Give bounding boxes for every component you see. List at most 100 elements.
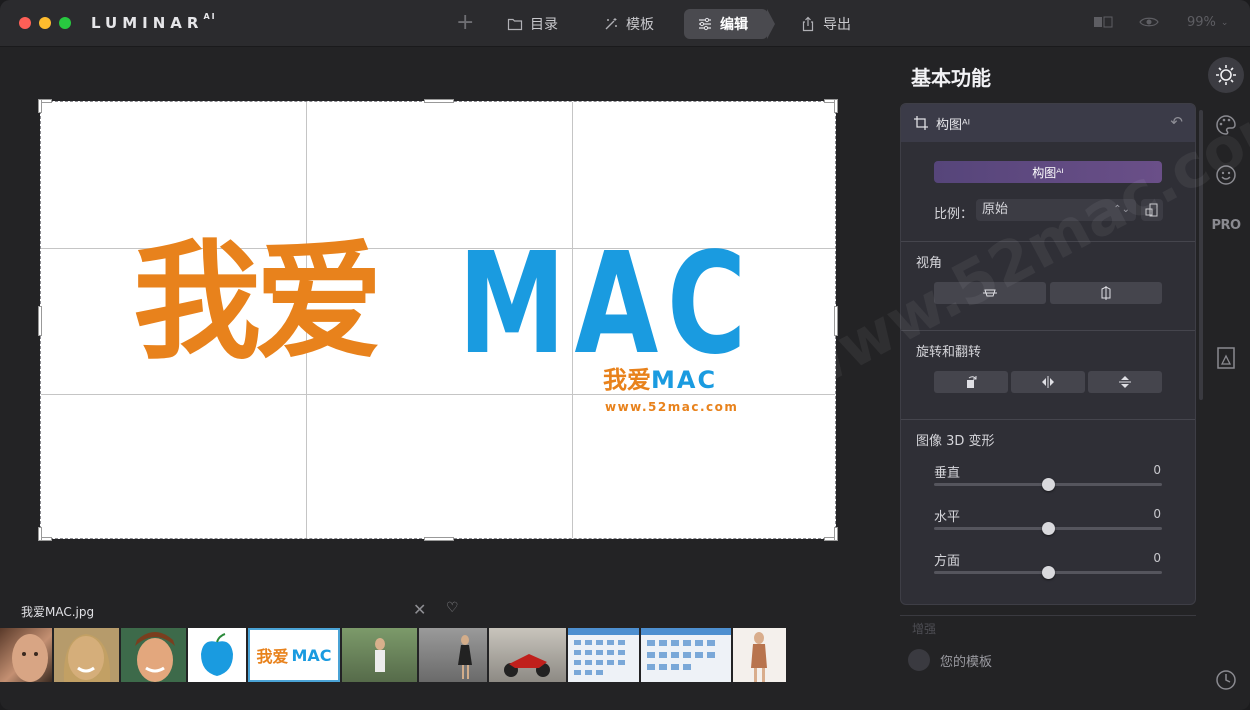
crop-handle-top[interactable]	[424, 99, 454, 103]
panel-title: 基本功能	[911, 66, 991, 90]
image-text-en: MAC	[458, 223, 755, 386]
eye-icon[interactable]	[1139, 15, 1159, 29]
ratio-select[interactable]: 原始 ⌃⌄	[976, 199, 1136, 221]
slider-aspect-label: 方面	[934, 554, 961, 569]
thumbnail-face-1[interactable]	[0, 628, 52, 682]
my-templates-row[interactable]: 您的模板	[908, 649, 992, 671]
section-divider	[901, 419, 1195, 420]
flip-horizontal-icon	[1042, 376, 1054, 388]
history-icon[interactable]	[1208, 662, 1244, 698]
crop-icon	[914, 116, 928, 130]
flip-vertical-button[interactable]	[1088, 371, 1162, 393]
add-icon[interactable]: +	[456, 12, 474, 34]
crop-handle-top-left[interactable]	[38, 99, 42, 113]
compose-tool-panel: 构图ᴬᴵ ↶ 构图ᴬᴵ 比例： 原始 ⌃⌄ 视角 旋转和翻转 图像 3D 变形 …	[900, 103, 1196, 605]
share-icon	[802, 16, 814, 32]
thumbnail-motorcycle[interactable]	[489, 628, 566, 682]
sliders-icon	[699, 17, 711, 31]
tool-category-bar: PRO	[1203, 47, 1250, 710]
close-icon[interactable]: ✕	[413, 600, 426, 619]
template-avatar-icon	[908, 649, 930, 671]
image-url-text: www.52mac.com	[605, 400, 739, 414]
flip-horizontal-button[interactable]	[1011, 371, 1085, 393]
slider-horizontal-value: 0	[1153, 507, 1161, 521]
folder-icon	[507, 18, 523, 31]
zoom-value: 99%	[1187, 15, 1216, 30]
compose-ai-button[interactable]: 构图ᴬᴵ	[934, 161, 1162, 183]
slider-aspect-value: 0	[1153, 551, 1161, 565]
tool-header[interactable]: 构图ᴬᴵ ↶	[901, 104, 1195, 142]
tab-export-label: 导出	[823, 17, 851, 33]
luminar-window: LUMINARAI + 目录 模板 编辑 导出 99% ⌄ 我爱 MAC 我爱M…	[0, 0, 1250, 710]
tab-export[interactable]: 导出	[787, 9, 864, 39]
chevron-updown-icon: ⌃⌄	[1113, 204, 1130, 215]
thumbnail-apple-logo[interactable]	[188, 628, 246, 682]
current-filename: 我爱MAC.jpg	[21, 605, 95, 619]
slider-vertical-value: 0	[1153, 463, 1161, 477]
slider-aspect-knob[interactable]	[1042, 566, 1055, 579]
filmstrip: 我爱 MAC	[0, 628, 786, 682]
perspective-label: 视角	[916, 256, 943, 271]
slider-vertical-knob[interactable]	[1042, 478, 1055, 491]
chevron-down-icon: ⌄	[1220, 17, 1229, 28]
crop-handle-bottom-left[interactable]	[38, 527, 42, 541]
tab-templates[interactable]: 模板	[590, 9, 667, 39]
vertical-perspective-button[interactable]	[934, 282, 1046, 304]
next-tool-label[interactable]: 增强	[912, 620, 936, 637]
rotate-button[interactable]	[934, 371, 1008, 393]
thumbnail-face-2[interactable]	[54, 628, 119, 682]
thumbnail-woman-dress[interactable]	[419, 628, 487, 682]
section-divider	[901, 241, 1195, 242]
image-text-zh: 我爱	[133, 228, 383, 377]
tab-edit[interactable]: 编辑	[684, 9, 775, 39]
perspective-vertical-icon	[983, 289, 997, 297]
tool-name: 构图ᴬᴵ	[936, 117, 971, 133]
pro-label: PRO	[1211, 217, 1241, 233]
app-logo: LUMINARAI	[91, 12, 217, 32]
portrait-icon[interactable]	[1208, 340, 1244, 376]
tab-templates-label: 模板	[626, 17, 654, 33]
horizontal-perspective-button[interactable]	[1050, 282, 1162, 304]
crop-handle-bottom-right[interactable]	[834, 527, 838, 541]
crop-handle-left[interactable]	[38, 306, 42, 336]
undo-icon[interactable]: ↶	[1170, 113, 1183, 131]
slider-horizontal-label: 水平	[934, 510, 961, 525]
tab-catalog-label: 目录	[530, 17, 558, 33]
thumbnail-woman-pose[interactable]	[733, 628, 786, 682]
thumbnail-screenshot-2[interactable]	[641, 628, 731, 682]
minimize-window-button[interactable]	[39, 17, 51, 29]
slider-horizontal-knob[interactable]	[1042, 522, 1055, 535]
tab-edit-label: 编辑	[720, 17, 748, 33]
pro-icon[interactable]: PRO	[1208, 207, 1244, 243]
crop-handle-right[interactable]	[834, 306, 838, 336]
perspective-horizontal-icon	[1101, 286, 1111, 300]
photo-canvas[interactable]: 我爱 MAC 我爱MAC www.52mac.com	[38, 99, 838, 541]
image-small-logo: 我爱MAC	[603, 366, 718, 394]
face-icon[interactable]	[1208, 157, 1244, 193]
close-window-button[interactable]	[19, 17, 31, 29]
palette-icon[interactable]	[1208, 107, 1244, 143]
transform-3d-label: 图像 3D 变形	[916, 434, 995, 449]
thumbnail-face-3[interactable]	[121, 628, 186, 682]
ratio-label: 比例：	[934, 207, 974, 222]
light-icon[interactable]	[1208, 57, 1244, 93]
thumbnail-woman-field[interactable]	[342, 628, 417, 682]
title-bar: LUMINARAI + 目录 模板 编辑 导出 99% ⌄	[0, 0, 1250, 47]
zoom-selector[interactable]: 99% ⌄	[1187, 15, 1228, 30]
slider-vertical-label: 垂直	[934, 466, 961, 481]
my-templates-label: 您的模板	[940, 654, 993, 670]
compare-icon[interactable]	[1093, 15, 1115, 29]
panel-divider	[900, 615, 1196, 616]
crop-handle-top-right[interactable]	[834, 99, 838, 113]
ratio-value: 原始	[982, 202, 1009, 217]
tab-catalog[interactable]: 目录	[494, 9, 571, 39]
orientation-button[interactable]	[1141, 199, 1163, 221]
orientation-icon	[1145, 203, 1158, 217]
thumbnail-screenshot-1[interactable]	[568, 628, 639, 682]
heart-icon[interactable]: ♡	[446, 600, 459, 616]
magic-wand-icon	[605, 18, 617, 30]
flip-vertical-icon	[1119, 376, 1131, 388]
thumbnail-current[interactable]: 我爱 MAC	[248, 628, 340, 682]
zoom-window-button[interactable]	[59, 17, 71, 29]
crop-handle-bottom[interactable]	[424, 537, 454, 541]
